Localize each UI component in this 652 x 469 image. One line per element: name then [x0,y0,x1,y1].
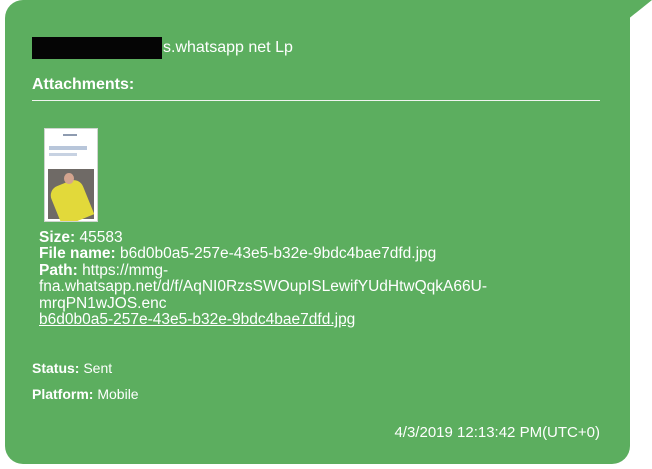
platform-row: Platform: Mobile [32,386,139,402]
sender-suffix: s.whatsapp net Lp [163,39,293,56]
status-label: Status: [32,360,80,376]
file-name-row: File name: b6d0b0a5-257e-43e5-b32e-9bdc4… [39,246,487,262]
platform-value: Mobile [97,386,139,402]
path-line-2: fna.whatsapp.net/d/f/AqNI0RzsSWOupISLewi… [39,278,487,296]
attachments-label: Attachments: [32,76,135,93]
bubble-tail [622,0,652,24]
path-line-3: mrqPN1wJOS.enc [39,294,167,312]
attachment-link[interactable]: b6d0b0a5-257e-43e5-b32e-9bdc4bae7dfd.jpg [39,311,487,328]
path-line-1: https://mmg- [82,261,169,279]
path-label: Path: [39,261,78,279]
status-value: Sent [83,360,113,376]
path-row: Path: https://mmg- [39,261,487,279]
attachment-thumbnail[interactable] [44,128,98,222]
platform-label: Platform: [32,386,94,402]
size-value: 45583 [79,229,123,246]
message-timestamp: 4/3/2019 12:13:42 PM(UTC+0) [394,424,600,441]
size-row: Size: 45583 [39,229,487,246]
attachments-divider [32,100,600,101]
sender-line: s.whatsapp net Lp [32,37,293,59]
file-name-value: b6d0b0a5-257e-43e5-b32e-9bdc4bae7dfd.jpg [119,245,437,263]
file-name-label: File name: [39,245,116,263]
attachment-metadata: Size: 45583 File name: b6d0b0a5-257e-43e… [39,229,487,328]
status-row: Status: Sent [32,360,112,376]
redacted-sender-name [32,37,162,59]
size-label: Size: [39,229,76,246]
